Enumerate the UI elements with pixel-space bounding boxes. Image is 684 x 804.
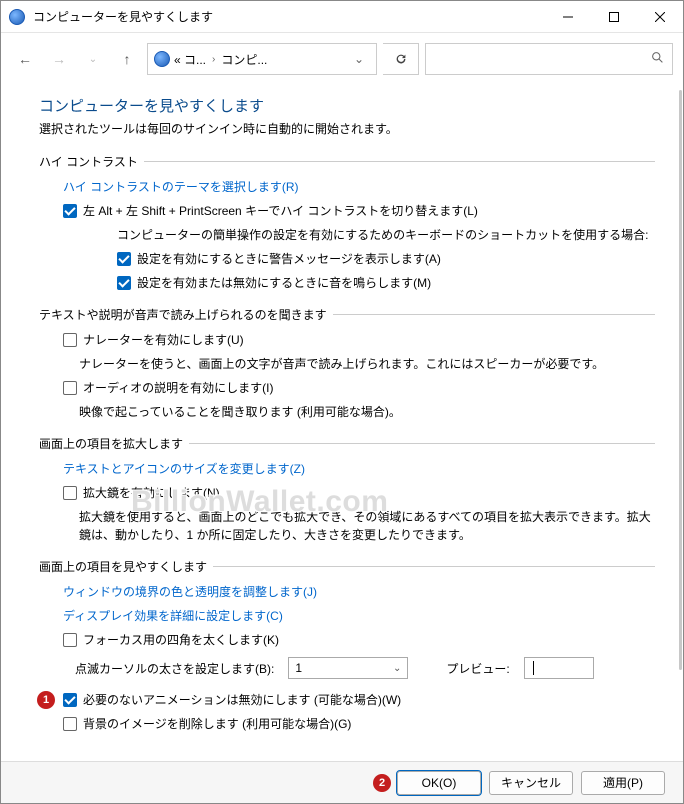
- close-button[interactable]: [637, 1, 683, 32]
- label-magnifier: 拡大鏡を有効にします(N): [83, 484, 220, 502]
- page-subtitle: 選択されたツールは毎回のサインイン時に自動的に開始されます。: [39, 120, 655, 137]
- address-seg-1[interactable]: « コ...: [174, 51, 206, 68]
- link-window-border[interactable]: ウィンドウの境界の色と透明度を調整します(J): [63, 583, 317, 601]
- address-dropdown[interactable]: ⌄: [348, 52, 370, 66]
- label-play-sound: 設定を有効または無効にするときに音を鳴らします(M): [137, 274, 431, 292]
- navbar: ← → ⌄ ↑ « コ... › コンピ... ⌄: [1, 33, 683, 85]
- annotation-1: 1: [37, 691, 55, 709]
- up-button[interactable]: ↑: [113, 45, 141, 73]
- label-warn-message: 設定を有効にするときに警告メッセージを表示します(A): [137, 250, 441, 268]
- page-title: コンピューターを見やすくします: [39, 95, 655, 116]
- search-icon[interactable]: [651, 51, 664, 67]
- section-enlarge: 画面上の項目を拡大します: [39, 435, 655, 452]
- chevron-right-icon[interactable]: ›: [210, 54, 217, 65]
- cancel-button[interactable]: キャンセル: [489, 771, 573, 795]
- address-seg-2[interactable]: コンピ...: [221, 51, 267, 68]
- label-disable-animations: 必要のないアニメーションは無効にします (可能な場合)(W): [83, 691, 401, 709]
- label-focus-rect: フォーカス用の四角を太くします(K): [83, 631, 279, 649]
- label-narrator: ナレーターを有効にします(U): [83, 331, 244, 349]
- address-bar[interactable]: « コ... › コンピ... ⌄: [147, 43, 377, 75]
- back-button[interactable]: ←: [11, 45, 39, 73]
- desc-audio: 映像で起こっていることを聞き取ります (利用可能な場合)。: [79, 403, 655, 421]
- checkbox-toggle-high-contrast[interactable]: [63, 204, 77, 218]
- checkbox-narrator[interactable]: [63, 333, 77, 347]
- caret-icon: [533, 661, 534, 675]
- label-cursor-width: 点滅カーソルの太さを設定します(B):: [75, 660, 274, 677]
- link-high-contrast-theme[interactable]: ハイ コントラストのテーマを選択します(R): [63, 178, 299, 196]
- recent-dropdown[interactable]: ⌄: [79, 45, 107, 73]
- footer: 2 OK(O) キャンセル 適用(P): [1, 761, 683, 803]
- minimize-button[interactable]: [545, 1, 591, 32]
- checkbox-remove-background[interactable]: [63, 717, 77, 731]
- window-controls: [545, 1, 683, 32]
- checkbox-disable-animations[interactable]: [63, 693, 77, 707]
- annotation-2: 2: [373, 774, 391, 792]
- label-preview: プレビュー:: [446, 660, 509, 677]
- scrollbar-thumb[interactable]: [679, 90, 682, 670]
- label-remove-background: 背景のイメージを削除します (利用可能な場合)(G): [83, 715, 351, 733]
- checkbox-audio-desc[interactable]: [63, 381, 77, 395]
- address-icon: [154, 51, 170, 67]
- window-title: コンピューターを見やすくします: [33, 8, 545, 25]
- checkbox-play-sound[interactable]: [117, 276, 131, 290]
- forward-button[interactable]: →: [45, 45, 73, 73]
- link-display-effects[interactable]: ディスプレイ効果を詳細に設定します(C): [63, 607, 283, 625]
- desc-magnifier: 拡大鏡を使用すると、画面上のどこでも拡大でき、その領域にあるすべての項目を拡大表…: [79, 508, 655, 544]
- section-high-contrast: ハイ コントラスト: [39, 153, 655, 170]
- checkbox-magnifier[interactable]: [63, 486, 77, 500]
- label-audio-desc: オーディオの説明を有効にします(I): [83, 379, 274, 397]
- cursor-preview: [524, 657, 594, 679]
- apply-button[interactable]: 適用(P): [581, 771, 665, 795]
- section-visibility: 画面上の項目を見やすくします: [39, 558, 655, 575]
- desc-narrator: ナレーターを使うと、画面上の文字が音声で読み上げられます。これにはスピーカーが必…: [79, 355, 655, 373]
- refresh-button[interactable]: [383, 43, 419, 75]
- app-icon: [9, 9, 25, 25]
- label-toggle-high-contrast: 左 Alt + 左 Shift + PrintScreen キーでハイ コントラ…: [83, 202, 478, 220]
- checkbox-focus-rect[interactable]: [63, 633, 77, 647]
- shortcut-note: コンピューターの簡単操作の設定を有効にするためのキーボードのショートカットを使用…: [117, 226, 648, 244]
- content-panel: コンピューターを見やすくします 選択されたツールは毎回のサインイン時に自動的に開…: [1, 85, 683, 761]
- titlebar: コンピューターを見やすくします: [1, 1, 683, 33]
- checkbox-warn-message[interactable]: [117, 252, 131, 266]
- select-cursor-width[interactable]: 1 ⌄: [288, 657, 408, 679]
- chevron-down-icon: ⌄: [393, 663, 401, 674]
- link-text-icon-size[interactable]: テキストとアイコンのサイズを変更します(Z): [63, 460, 305, 478]
- maximize-button[interactable]: [591, 1, 637, 32]
- search-box[interactable]: [425, 43, 673, 75]
- section-narrator: テキストや説明が音声で読み上げられるのを聞きます: [39, 306, 655, 323]
- ok-button[interactable]: OK(O): [397, 771, 481, 795]
- search-input[interactable]: [434, 52, 651, 66]
